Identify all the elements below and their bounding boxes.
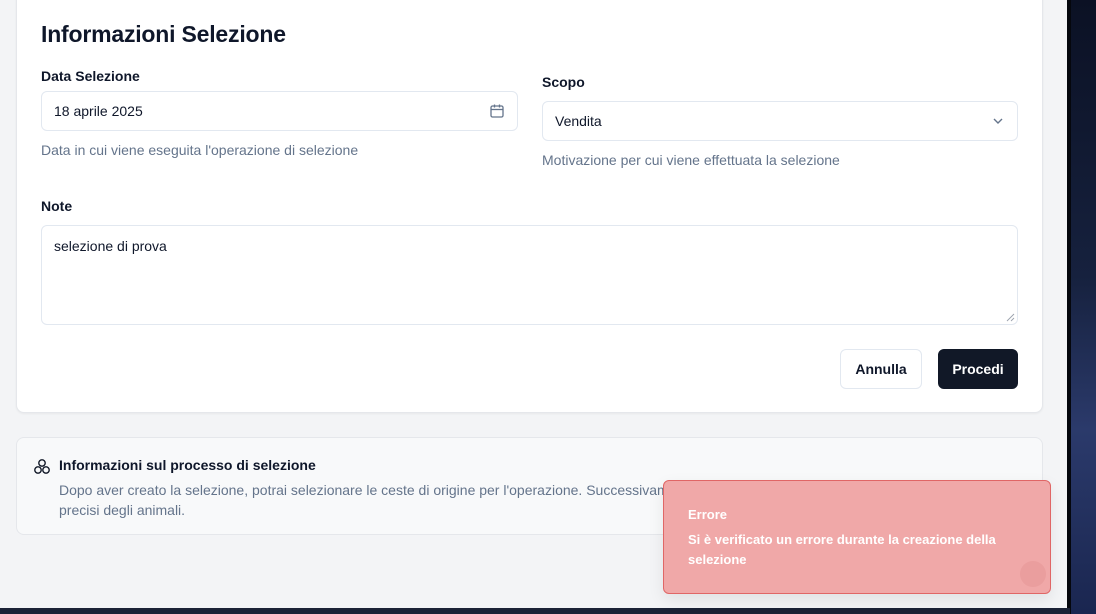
purpose-label: Scopo [542, 74, 585, 90]
toast-message: Si è verificato un errore durante la cre… [688, 532, 996, 567]
notes-textarea[interactable]: selezione di prova [41, 225, 1018, 325]
purpose-select[interactable]: Vendita [542, 101, 1018, 141]
date-value: 18 aprile 2025 [54, 103, 143, 119]
error-toast[interactable]: Errore Si è verificato un errore durante… [663, 480, 1051, 594]
notes-value: selezione di prova [54, 238, 167, 254]
info-title: Informazioni sul processo di selezione [59, 457, 316, 473]
selection-form-card: Informazioni Selezione Data Selezione 18… [16, 0, 1043, 413]
calendar-icon[interactable] [489, 103, 505, 119]
date-field[interactable]: 18 aprile 2025 [41, 91, 518, 131]
resize-grip-icon[interactable] [1005, 312, 1015, 322]
notes-label: Note [41, 198, 73, 214]
window-bottom-edge [0, 608, 1070, 614]
purpose-hint: Motivazione per cui viene effettuata la … [542, 152, 840, 168]
date-label: Data Selezione [41, 68, 140, 84]
toast-title: Errore [688, 507, 728, 522]
page-title: Informazioni Selezione [41, 21, 286, 47]
purpose-value: Vendita [555, 113, 602, 129]
window-edge [1067, 0, 1096, 614]
date-hint: Data in cui viene eseguita l'operazione … [41, 142, 359, 158]
toast-decoration [1020, 561, 1046, 587]
chevron-down-icon [991, 114, 1005, 128]
cluster-icon [34, 459, 50, 474]
proceed-button[interactable]: Procedi [938, 349, 1018, 389]
cancel-button[interactable]: Annulla [840, 349, 922, 389]
